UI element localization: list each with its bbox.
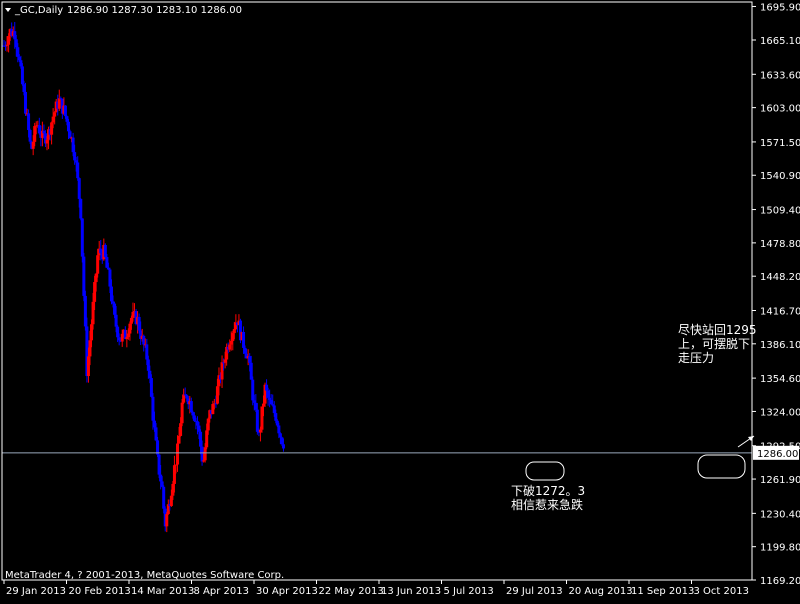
y-tick-label: 1199.80: [760, 543, 800, 554]
ohlc-readout: 1286.90 1287.30 1283.10 1286.00: [67, 5, 242, 16]
y-tick-label: 1169.20: [760, 576, 800, 587]
x-tick-label: 8 Apr 2013: [194, 586, 249, 597]
y-tick-label: 1665.10: [760, 36, 800, 47]
x-tick-label: 29 Jan 2013: [6, 586, 66, 597]
y-tick-label: 1695.90: [760, 2, 800, 13]
y-tick-label: 1509.40: [760, 206, 800, 217]
y-tick-label: 1540.90: [760, 171, 800, 182]
x-tick-label: 5 Jul 2013: [444, 586, 494, 597]
candle-body: [177, 435, 181, 444]
candle-body: [53, 112, 57, 117]
candle-body: [189, 401, 193, 413]
price-chart[interactable]: 1695.90 1665.10 1633.60 1603.00 1571.50 1540.…: [0, 0, 800, 600]
chart-svg[interactable]: 1695.90 1665.10 1633.60 1603.00 1571.50 1540.…: [0, 0, 800, 600]
candle-body: [63, 105, 67, 117]
x-tick-label: 29 Jul 2013: [506, 586, 563, 597]
candle-body: [76, 162, 80, 179]
candle-body: [77, 178, 81, 199]
candle-body: [281, 444, 285, 449]
annotation-recovery-line-3: 走压力: [678, 351, 714, 365]
y-tick-label: 1603.00: [760, 104, 800, 115]
y-tick-label: 1261.90: [760, 475, 800, 486]
y-tick-label: 1448.20: [760, 272, 800, 283]
x-tick-label: 20 Aug 2013: [569, 586, 633, 597]
x-tick-label: 20 Feb 2013: [69, 586, 131, 597]
x-tick-label: 22 May 2013: [319, 586, 384, 597]
x-tick-label: 11 Sep 2013: [631, 586, 694, 597]
y-tick-label: 1571.50: [760, 138, 800, 149]
x-tick-label: 30 Apr 2013: [256, 586, 318, 597]
y-tick-label: 1416.70: [760, 306, 800, 317]
candle-body: [79, 198, 83, 219]
candle-body: [176, 443, 180, 465]
annotation-breakdown-line-2: 相信惹来急跌: [511, 497, 583, 512]
candle-body: [114, 314, 118, 327]
candle-body: [82, 256, 86, 296]
y-tick-label: 1230.40: [760, 509, 800, 520]
candle-body: [57, 98, 61, 109]
candle-body: [28, 130, 32, 142]
y-tick-label: 1324.00: [760, 407, 800, 418]
x-tick-label: 3 Oct 2013: [694, 586, 749, 597]
annotation-breakdown-line-1: 下破1272。3: [511, 483, 585, 498]
annotation-recovery-line-1: 尽快站回1295: [678, 323, 757, 337]
y-tick-label: 1354.60: [760, 374, 800, 385]
candle-body: [165, 514, 169, 527]
x-tick-label: 13 Jun 2013: [381, 586, 441, 597]
candle-body: [117, 337, 121, 341]
candle-body: [80, 218, 84, 257]
y-tick-label: 1633.60: [760, 70, 800, 81]
candle-body: [182, 394, 186, 403]
current-price-label: 1286.00: [757, 449, 798, 460]
y-tick-label: 1478.80: [760, 239, 800, 250]
candle-body: [162, 486, 166, 509]
candle-body: [27, 113, 31, 131]
x-tick-label: 14 Mar 2013: [131, 586, 194, 597]
symbol-label: _GC,Daily: [14, 5, 63, 16]
candle-body: [180, 402, 184, 424]
copyright-text: MetaTrader 4, ? 2001-2013, MetaQuotes So…: [5, 570, 284, 581]
chart-background: [0, 0, 800, 600]
y-tick-label: 1386.10: [760, 340, 800, 351]
annotation-recovery-line-2: 上，可摆脱下: [678, 336, 750, 351]
candle-body: [277, 425, 281, 434]
